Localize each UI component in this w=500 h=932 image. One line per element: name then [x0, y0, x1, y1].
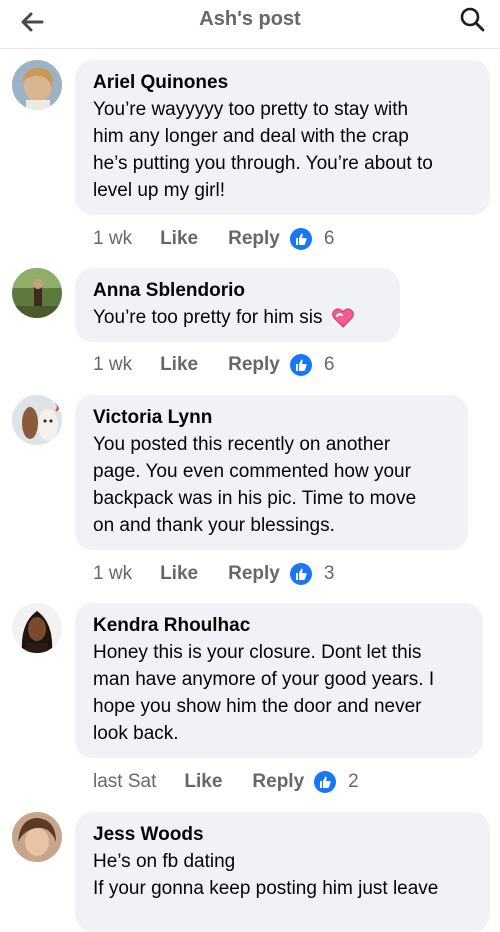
thumbs-up-icon[interactable] — [289, 563, 312, 585]
reply-button[interactable]: Reply — [228, 563, 280, 585]
reply-button[interactable]: Reply — [228, 228, 280, 250]
avatar[interactable] — [12, 395, 62, 445]
comment-text: page. You even commented how your — [93, 461, 411, 482]
like-button[interactable]: Like — [160, 228, 198, 250]
comment-text: look back. — [93, 723, 179, 744]
comment-timestamp[interactable]: 1 wk — [93, 354, 132, 376]
comment-text: on and thank your blessings. — [93, 515, 335, 536]
comment-actions: 1 wk Like Reply 6 — [93, 224, 334, 254]
comment-text-content: You’re too pretty for him sis — [93, 307, 323, 328]
like-button[interactable]: Like — [184, 771, 222, 793]
comment-text: Honey this is your closure. Dont let thi… — [93, 642, 422, 663]
comment-author[interactable]: Kendra Rhoulhac — [93, 613, 465, 639]
like-button[interactable]: Like — [160, 563, 198, 585]
comment-actions: last Sat Like Reply 2 — [93, 767, 359, 797]
comment-author[interactable]: Anna Sblendorio — [93, 278, 382, 304]
comment-text: backpack was in his pic. Time to move — [93, 488, 417, 509]
comment-author[interactable]: Victoria Lynn — [93, 405, 450, 431]
comment-bubble[interactable]: Victoria Lynn You posted this recently o… — [75, 395, 468, 550]
reaction-count[interactable]: 6 — [324, 354, 335, 376]
reply-button[interactable]: Reply — [228, 354, 280, 376]
comment-text: hope you show him the door and never — [93, 696, 422, 717]
like-button[interactable]: Like — [160, 354, 198, 376]
page-title: Ash's post — [199, 8, 301, 30]
reaction-count[interactable]: 3 — [324, 563, 335, 585]
avatar[interactable] — [12, 60, 62, 110]
comment-bubble[interactable]: Ariel Quinones You’re wayyyyy too pretty… — [75, 60, 490, 215]
thumbs-up-icon[interactable] — [289, 354, 312, 376]
heart-emoji-icon — [332, 308, 354, 328]
reaction-count[interactable]: 6 — [324, 228, 335, 250]
comment-text: he’s putting you through. You’re about t… — [93, 153, 433, 174]
comment-text: man have anymore of your good years. I — [93, 669, 435, 690]
reply-button[interactable]: Reply — [252, 771, 304, 793]
comment-bubble[interactable]: Anna Sblendorio You’re too pretty for hi… — [75, 268, 400, 342]
comment-timestamp[interactable]: 1 wk — [93, 228, 132, 250]
top-bar: Ash's post — [0, 0, 500, 49]
comment-text: He’s on fb dating — [93, 851, 236, 872]
avatar[interactable] — [12, 268, 62, 318]
comment-text: You’re too pretty for him sis — [93, 304, 382, 331]
comment-text: level up my girl! — [93, 180, 225, 201]
search-button[interactable] — [458, 5, 486, 33]
comment-bubble[interactable]: Jess Woods He’s on fb dating If your gon… — [75, 812, 490, 932]
comment-text: him any longer and deal with the crap — [93, 126, 409, 147]
avatar[interactable] — [12, 812, 62, 862]
comment-text: You’re wayyyyy too pretty to stay with — [93, 99, 409, 120]
reaction-count[interactable]: 2 — [348, 771, 359, 793]
thumbs-up-icon[interactable] — [314, 771, 337, 793]
comment-author[interactable]: Ariel Quinones — [93, 70, 472, 96]
comment-timestamp[interactable]: last Sat — [93, 771, 156, 793]
comment-actions: 1 wk Like Reply 6 — [93, 350, 334, 380]
avatar[interactable] — [12, 603, 62, 653]
search-icon — [460, 7, 485, 32]
comment-text: You posted this recently on another — [93, 434, 391, 455]
comment-timestamp[interactable]: 1 wk — [93, 563, 132, 585]
thumbs-up-icon[interactable] — [289, 228, 312, 250]
comment-text: If your gonna keep posting him just leav… — [93, 878, 439, 899]
comment-bubble[interactable]: Kendra Rhoulhac Honey this is your closu… — [75, 603, 483, 758]
comment-author[interactable]: Jess Woods — [93, 822, 472, 848]
comment-actions: 1 wk Like Reply 3 — [93, 559, 334, 589]
